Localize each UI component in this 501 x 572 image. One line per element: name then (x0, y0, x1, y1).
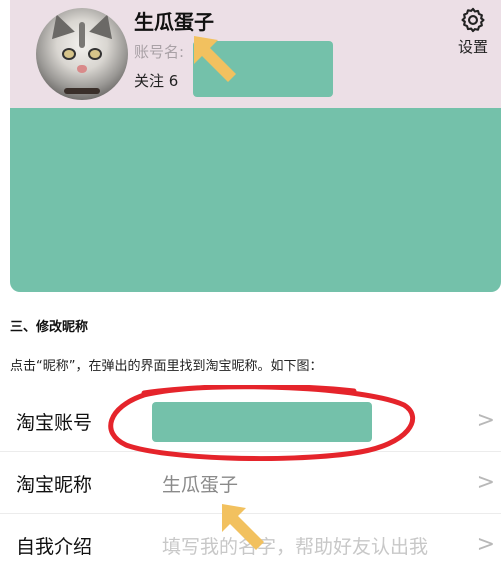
settings-button[interactable]: 设置 (448, 6, 498, 57)
avatar-cat-nose (77, 65, 87, 73)
avatar-cat-eye-left (62, 48, 76, 60)
instruction-text: 点击“昵称”，在弹出的界面里找到淘宝昵称。如下图： (10, 359, 323, 374)
gear-icon (461, 7, 485, 33)
settings-label: 设置 (457, 38, 488, 56)
self-intro-placeholder: 填写我的名字，帮助好友认出我 (162, 536, 429, 558)
taobao-nickname-label: 淘宝昵称 (16, 474, 93, 496)
avatar-cat-ear-right (89, 10, 119, 40)
section-title: 三、修改昵称 (10, 320, 89, 335)
avatar[interactable] (36, 8, 128, 100)
yellow-arrow-icon (194, 36, 236, 82)
avatar-cat-ear-left (45, 10, 75, 40)
taobao-account-label: 淘宝账号 (16, 412, 93, 434)
profile-card: 生瓜蛋子 账号名: 关注 6 设置 (10, 0, 501, 292)
avatar-cat-stripe (79, 22, 85, 48)
chevron-right-icon: > (476, 408, 495, 433)
self-intro-label: 自我介绍 (16, 536, 93, 558)
yellow-arrow-icon (222, 504, 264, 550)
avatar-cat-eye-right (88, 48, 102, 60)
chevron-right-icon: > (476, 470, 495, 495)
follow-count[interactable]: 关注 6 (134, 70, 178, 91)
taobao-nickname-value: 生瓜蛋子 (162, 474, 239, 496)
highlight-ring (108, 385, 416, 461)
avatar-cat-collar (64, 88, 100, 94)
chevron-right-icon: > (476, 532, 495, 557)
account-name-label: 账号名: (134, 43, 185, 61)
